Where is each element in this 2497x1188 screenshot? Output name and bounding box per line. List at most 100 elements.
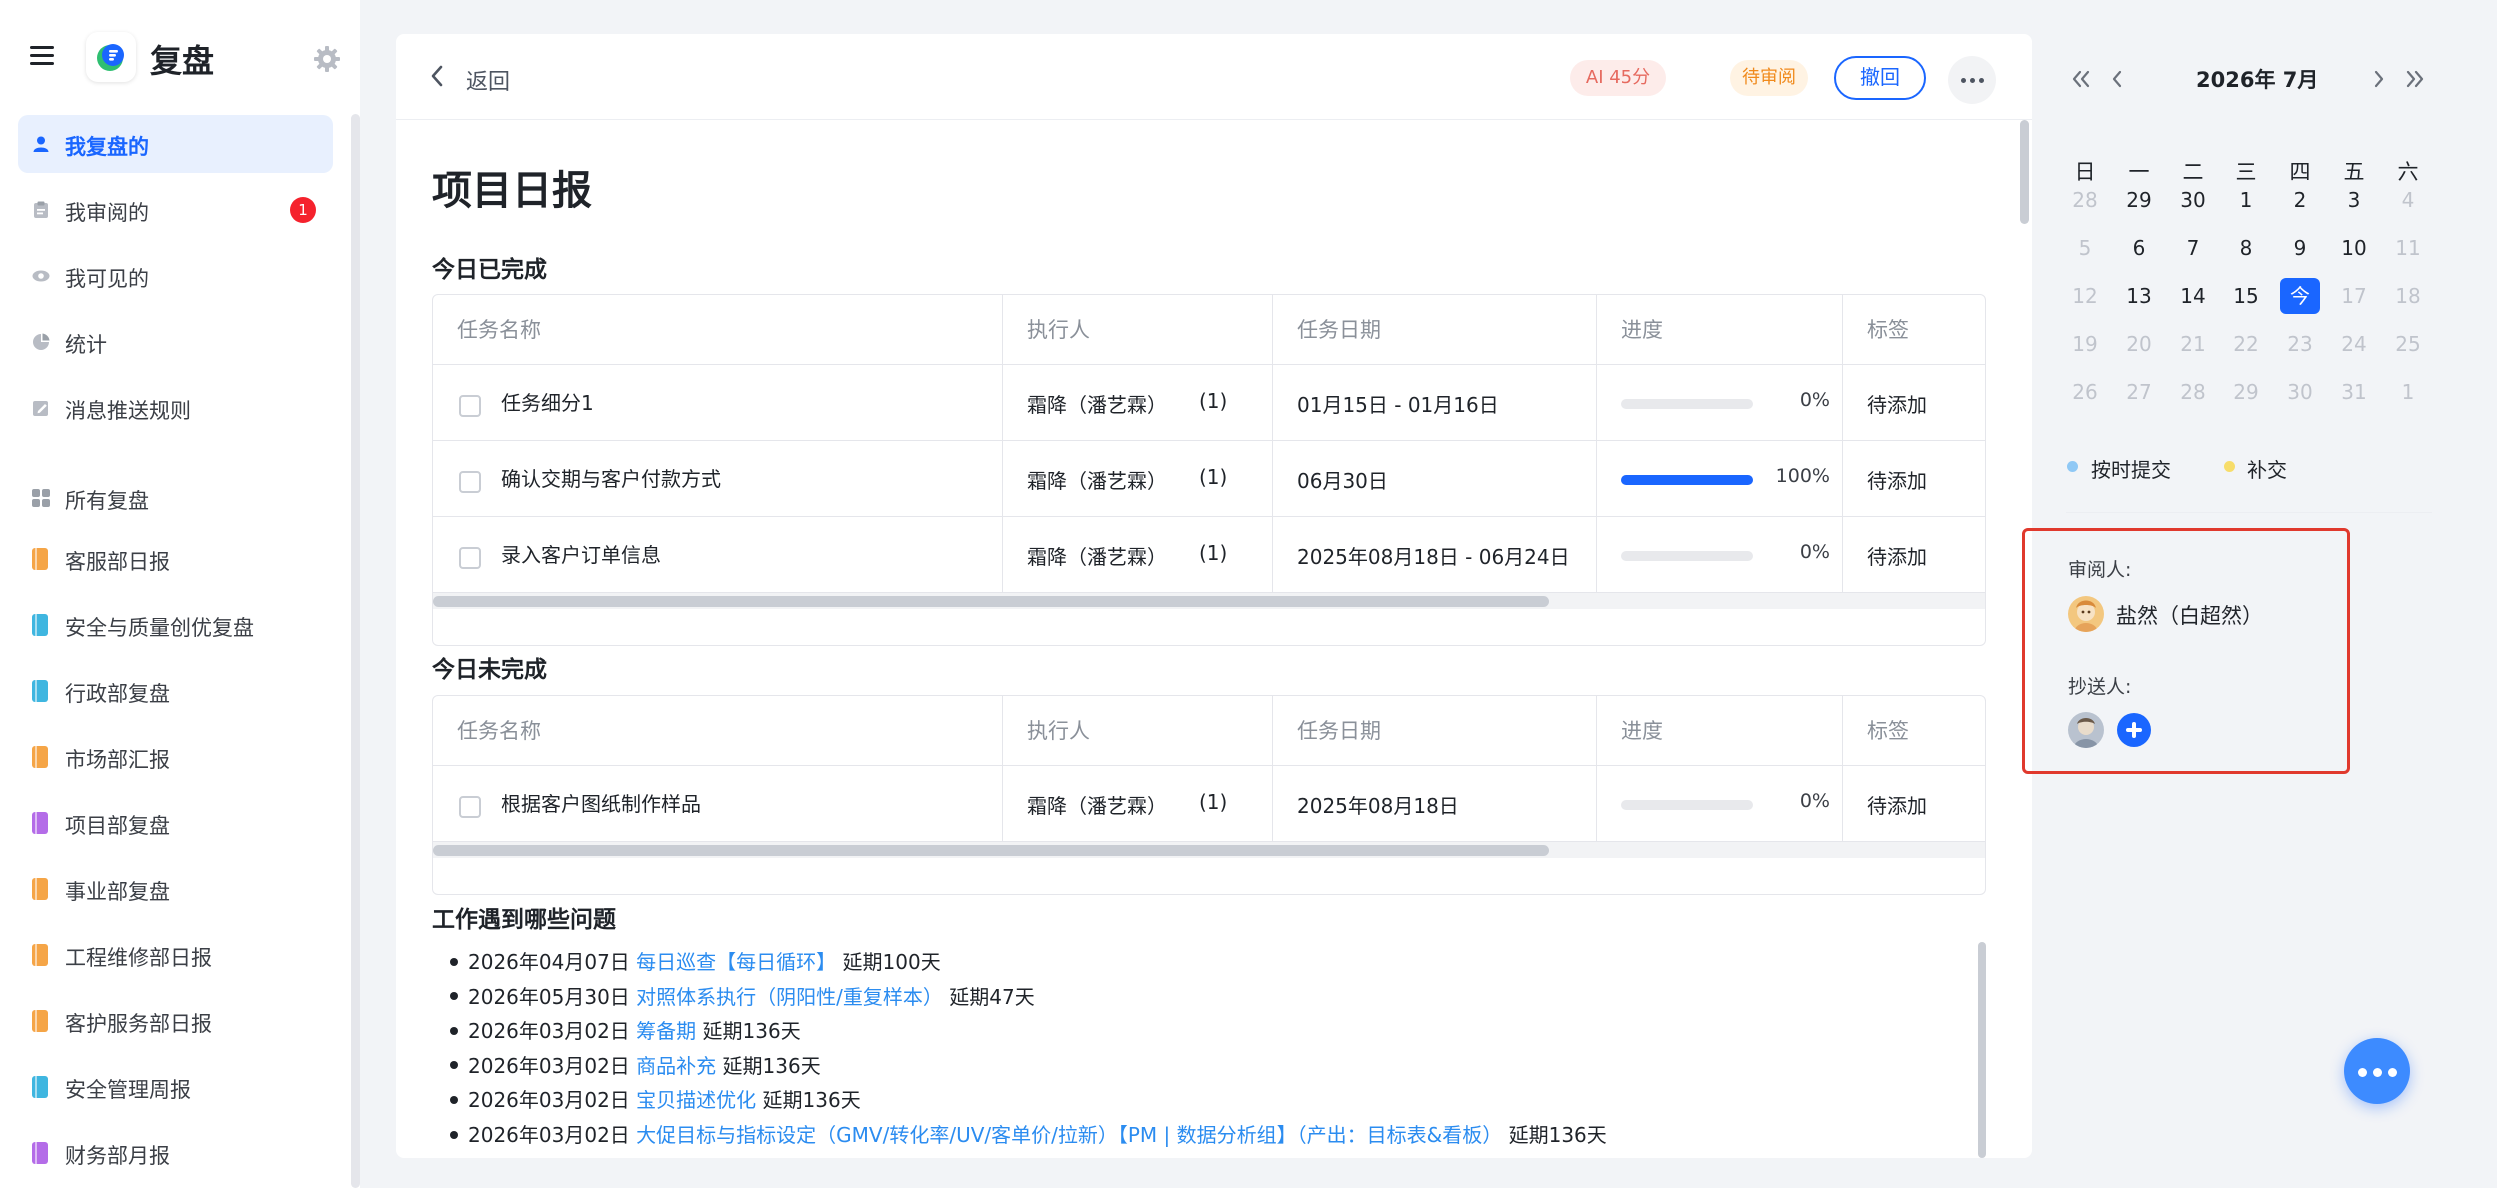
- calendar-day[interactable]: 22: [2226, 326, 2266, 362]
- task-name[interactable]: 任务细分1: [501, 387, 594, 416]
- double-chevron-right-icon[interactable]: [2402, 66, 2428, 92]
- calendar-day[interactable]: 7: [2173, 230, 2213, 266]
- book-icon: [32, 746, 48, 768]
- calendar-day[interactable]: 30: [2173, 182, 2213, 218]
- calendar-day[interactable]: 20: [2119, 326, 2159, 362]
- tag-add-link[interactable]: 待添加: [1867, 389, 1927, 418]
- issue-task-link[interactable]: 大促目标与指标设定（GMV/转化率/UV/客单价/拉新）【PM | 数据分析组】…: [636, 1123, 1502, 1147]
- calendar-day[interactable]: 26: [2065, 374, 2105, 410]
- more-options-button[interactable]: [1948, 56, 1996, 104]
- table-row[interactable]: 录入客户订单信息 霜降（潘艺霖） (1) 2025年08月18日 - 06月24日 0%…: [433, 517, 1985, 593]
- tag-add-link[interactable]: 待添加: [1867, 790, 1927, 819]
- chevron-left-icon[interactable]: [428, 64, 446, 88]
- sidebar-group-item[interactable]: 事业部复盘: [18, 860, 333, 918]
- menu-icon[interactable]: [30, 46, 54, 66]
- calendar-day[interactable]: 3: [2334, 182, 2374, 218]
- sidebar-group-label: 项目部复盘: [65, 814, 170, 838]
- sidebar-item-my-audit[interactable]: 我审阅的 1: [18, 181, 333, 239]
- task-checkbox[interactable]: [459, 547, 481, 569]
- sidebar-group-item[interactable]: 客护服务部日报: [18, 992, 333, 1050]
- calendar-day[interactable]: 13: [2119, 278, 2159, 314]
- chevron-left-icon[interactable]: [2104, 66, 2130, 92]
- assistant-fab-button[interactable]: [2344, 1038, 2410, 1104]
- calendar-day[interactable]: 19: [2065, 326, 2105, 362]
- task-checkbox[interactable]: [459, 395, 481, 417]
- calendar-day[interactable]: 17: [2334, 278, 2374, 314]
- book-icon: [32, 680, 48, 702]
- chevron-right-icon[interactable]: [2366, 66, 2392, 92]
- tag-add-link[interactable]: 待添加: [1867, 541, 1927, 570]
- revoke-button[interactable]: 撤回: [1834, 56, 1926, 100]
- issue-task-link[interactable]: 筹备期: [636, 1019, 696, 1043]
- table-row[interactable]: 任务细分1 霜降（潘艺霖） (1) 01月15日 - 01月16日 0% 待添加: [433, 365, 1985, 441]
- sidebar-item-my-review[interactable]: 我复盘的: [18, 115, 333, 173]
- issue-task-link[interactable]: 对照体系执行（阴阳性/重复样本）: [636, 985, 943, 1009]
- sidebar-group-item[interactable]: 客服部日报: [18, 530, 333, 588]
- task-checkbox[interactable]: [459, 471, 481, 493]
- sidebar-item-push-rules[interactable]: 消息推送规则: [18, 379, 333, 437]
- sidebar-scrollbar[interactable]: [351, 114, 360, 1188]
- double-chevron-left-icon[interactable]: [2068, 66, 2094, 92]
- calendar-day[interactable]: 11: [2388, 230, 2428, 266]
- calendar-day[interactable]: 1: [2388, 374, 2428, 410]
- sidebar-group-item[interactable]: 行政部复盘: [18, 662, 333, 720]
- add-cc-button[interactable]: [2117, 713, 2151, 747]
- calendar-day[interactable]: 23: [2280, 326, 2320, 362]
- task-checkbox[interactable]: [459, 796, 481, 818]
- calendar-day[interactable]: 29: [2226, 374, 2266, 410]
- sidebar-group-item[interactable]: 工程维修部日报: [18, 926, 333, 984]
- calendar-day[interactable]: 5: [2065, 230, 2105, 266]
- tag-add-link[interactable]: 待添加: [1867, 465, 1927, 494]
- calendar-day[interactable]: 4: [2388, 182, 2428, 218]
- gear-icon[interactable]: [312, 44, 342, 74]
- issue-task-link[interactable]: 每日巡查【每日循环】: [636, 950, 836, 974]
- calendar-day[interactable]: 14: [2173, 278, 2213, 314]
- calendar-day[interactable]: 21: [2173, 326, 2213, 362]
- calendar-day[interactable]: 10: [2334, 230, 2374, 266]
- table-row[interactable]: 确认交期与客户付款方式 霜降（潘艺霖） (1) 06月30日 100% 待添加: [433, 441, 1985, 517]
- scrollbar-thumb[interactable]: [433, 596, 1549, 607]
- legend-label-on-time: 按时提交: [2091, 458, 2171, 482]
- sidebar-group-item[interactable]: 项目部复盘: [18, 794, 333, 852]
- calendar-day[interactable]: 15: [2226, 278, 2266, 314]
- sidebar-group-item[interactable]: 安全管理周报: [18, 1058, 333, 1116]
- content-scrollbar[interactable]: [2020, 120, 2029, 224]
- task-name[interactable]: 录入客户订单信息: [501, 539, 661, 568]
- calendar-day[interactable]: 9: [2280, 230, 2320, 266]
- task-name[interactable]: 根据客户图纸制作样品: [501, 788, 701, 817]
- issues-scrollbar[interactable]: [1978, 942, 1986, 1158]
- sidebar-group-item[interactable]: 安全与质量创优复盘: [18, 596, 333, 654]
- calendar-day[interactable]: 28: [2065, 182, 2105, 218]
- sidebar-all-reviews[interactable]: 所有复盘: [18, 469, 333, 527]
- calendar-day[interactable]: 31: [2334, 374, 2374, 410]
- sidebar-group-item[interactable]: 市场部汇报: [18, 728, 333, 786]
- calendar-day[interactable]: 29: [2119, 182, 2159, 218]
- calendar-day[interactable]: 28: [2173, 374, 2213, 410]
- table-row[interactable]: 根据客户图纸制作样品 霜降（潘艺霖） (1) 2025年08月18日 0% 待添加: [433, 766, 1985, 842]
- scrollbar-thumb[interactable]: [433, 845, 1549, 856]
- calendar-day[interactable]: 25: [2388, 326, 2428, 362]
- sidebar-group-label: 安全管理周报: [65, 1078, 191, 1102]
- task-name[interactable]: 确认交期与客户付款方式: [501, 463, 721, 492]
- reviewer-avatar[interactable]: [2068, 596, 2104, 632]
- calendar-day[interactable]: 24: [2334, 326, 2374, 362]
- sidebar-item-stats[interactable]: 统计: [18, 313, 333, 371]
- issue-task-link[interactable]: 宝贝描述优化: [636, 1088, 756, 1112]
- sidebar-item-visible[interactable]: 我可见的: [18, 247, 333, 305]
- calendar-day[interactable]: 27: [2119, 374, 2159, 410]
- table-horizontal-scrollbar[interactable]: [433, 842, 1985, 858]
- table-horizontal-scrollbar[interactable]: [433, 593, 1985, 609]
- issue-task-link[interactable]: 商品补充: [636, 1054, 716, 1078]
- calendar-day[interactable]: 8: [2226, 230, 2266, 266]
- calendar-day[interactable]: 30: [2280, 374, 2320, 410]
- report-card: 返回 AI 45分 待审阅 撤回 项目日报 今日已完成 任务名称 执行人 任务日期进…: [396, 34, 2032, 1158]
- sidebar-group-item[interactable]: 财务部月报: [18, 1124, 333, 1182]
- calendar-day[interactable]: 12: [2065, 278, 2105, 314]
- back-link[interactable]: 返回: [466, 64, 510, 96]
- calendar-day[interactable]: 18: [2388, 278, 2428, 314]
- calendar-today[interactable]: 今: [2280, 278, 2320, 314]
- calendar-day[interactable]: 2: [2280, 182, 2320, 218]
- calendar-day[interactable]: 6: [2119, 230, 2159, 266]
- cc-avatar[interactable]: [2068, 712, 2104, 748]
- calendar-day[interactable]: 1: [2226, 182, 2266, 218]
